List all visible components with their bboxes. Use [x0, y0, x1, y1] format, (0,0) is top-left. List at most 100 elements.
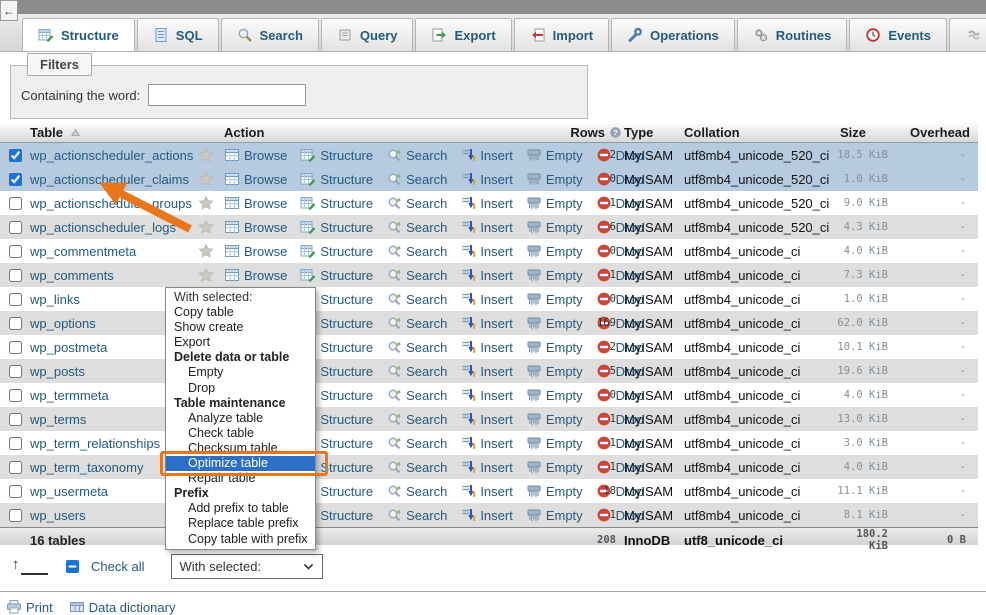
browse-action[interactable]: Browse — [224, 219, 287, 235]
structure-action[interactable]: Structure — [300, 243, 373, 259]
tab-triggers[interactable]: Triggers — [949, 18, 986, 51]
menu-item-analyze-table[interactable]: Analyze table — [166, 411, 315, 426]
structure-action[interactable]: Structure — [300, 171, 373, 187]
structure-action[interactable]: Structure — [300, 195, 373, 211]
column-header-size[interactable]: Size — [834, 125, 900, 140]
print-link[interactable]: Print — [6, 599, 53, 615]
tab-export[interactable]: Export — [415, 18, 511, 51]
row-checkbox[interactable] — [9, 149, 22, 162]
empty-action[interactable]: Empty — [526, 411, 583, 427]
search-action[interactable]: Search — [386, 267, 447, 283]
row-checkbox[interactable] — [9, 437, 22, 450]
table-name-link[interactable]: wp_usermeta — [30, 484, 108, 499]
empty-action[interactable]: Empty — [526, 267, 583, 283]
row-checkbox[interactable] — [9, 317, 22, 330]
check-all[interactable]: Check all — [62, 557, 144, 576]
empty-action[interactable]: Empty — [526, 291, 583, 307]
with-selected-select[interactable]: With selected: — [171, 554, 323, 579]
tab-operations[interactable]: Operations — [611, 18, 735, 51]
search-action[interactable]: Search — [386, 435, 447, 451]
search-action[interactable]: Search — [386, 219, 447, 235]
column-header-collation[interactable]: Collation — [684, 125, 834, 140]
search-action[interactable]: Search — [386, 195, 447, 211]
row-checkbox[interactable] — [9, 293, 22, 306]
insert-action[interactable]: Insert — [460, 147, 513, 163]
empty-action[interactable]: Empty — [526, 171, 583, 187]
menu-item-show-create[interactable]: Show create — [166, 320, 315, 335]
tab-search[interactable]: Search — [221, 18, 319, 51]
insert-action[interactable]: Insert — [460, 291, 513, 307]
search-action[interactable]: Search — [386, 171, 447, 187]
search-action[interactable]: Search — [386, 363, 447, 379]
insert-action[interactable]: Insert — [460, 171, 513, 187]
insert-action[interactable]: Insert — [460, 363, 513, 379]
insert-action[interactable]: Insert — [460, 483, 513, 499]
tab-routines[interactable]: Routines — [737, 18, 848, 51]
row-checkbox[interactable] — [9, 245, 22, 258]
table-name-link[interactable]: wp_actionscheduler_logs — [30, 220, 176, 235]
insert-action[interactable]: Insert — [460, 459, 513, 475]
column-header-type[interactable]: Type — [624, 125, 684, 140]
table-name-link[interactable]: wp_actionscheduler_claims — [30, 172, 189, 187]
menu-item-empty[interactable]: Empty — [166, 365, 315, 380]
table-name-link[interactable]: wp_term_relationships — [30, 436, 160, 451]
empty-action[interactable]: Empty — [526, 219, 583, 235]
row-checkbox[interactable] — [9, 389, 22, 402]
browse-action[interactable]: Browse — [224, 267, 287, 283]
column-header-table[interactable]: Table — [30, 125, 198, 140]
menu-item-add-prefix-to-table[interactable]: Add prefix to table — [166, 501, 315, 516]
menu-item-optimize-table[interactable]: Optimize table — [166, 456, 315, 471]
search-action[interactable]: Search — [386, 339, 447, 355]
insert-action[interactable]: Insert — [460, 267, 513, 283]
menu-item-copy-table-with-prefix[interactable]: Copy table with prefix — [166, 532, 315, 547]
tab-import[interactable]: Import — [514, 18, 609, 51]
data-dictionary-link[interactable]: Data dictionary — [69, 599, 176, 615]
help-icon[interactable]: ? — [609, 126, 622, 139]
tab-structure[interactable]: Structure — [22, 18, 135, 51]
menu-item-repair-table[interactable]: Repair table — [166, 471, 315, 486]
table-name-link[interactable]: wp_terms — [30, 412, 86, 427]
structure-action[interactable]: Structure — [300, 147, 373, 163]
empty-action[interactable]: Empty — [526, 363, 583, 379]
empty-action[interactable]: Empty — [526, 507, 583, 523]
tab-query[interactable]: Query — [321, 18, 414, 51]
insert-action[interactable]: Insert — [460, 507, 513, 523]
check-all-checkbox[interactable] — [66, 560, 79, 573]
tab-sql[interactable]: SQL — [137, 18, 219, 51]
favorite-star-icon[interactable] — [198, 243, 214, 259]
browse-action[interactable]: Browse — [224, 147, 287, 163]
column-header-rows[interactable]: Rows ? — [576, 125, 624, 140]
table-name-link[interactable]: wp_comments — [30, 268, 114, 283]
insert-action[interactable]: Insert — [460, 219, 513, 235]
insert-action[interactable]: Insert — [460, 339, 513, 355]
row-checkbox[interactable] — [9, 365, 22, 378]
browse-action[interactable]: Browse — [224, 195, 287, 211]
favorite-star-icon[interactable] — [198, 171, 214, 187]
table-name-link[interactable]: wp_posts — [30, 364, 85, 379]
containing-word-input[interactable] — [148, 84, 306, 106]
row-checkbox[interactable] — [9, 461, 22, 474]
empty-action[interactable]: Empty — [526, 315, 583, 331]
insert-action[interactable]: Insert — [460, 315, 513, 331]
menu-item-drop[interactable]: Drop — [166, 381, 315, 396]
search-action[interactable]: Search — [386, 147, 447, 163]
empty-action[interactable]: Empty — [526, 387, 583, 403]
search-action[interactable]: Search — [386, 507, 447, 523]
search-action[interactable]: Search — [386, 315, 447, 331]
table-name-link[interactable]: wp_options — [30, 316, 96, 331]
row-checkbox[interactable] — [9, 509, 22, 522]
table-name-link[interactable]: wp_postmeta — [30, 340, 107, 355]
menu-item-replace-table-prefix[interactable]: Replace table prefix — [166, 516, 315, 531]
back-button[interactable]: ← — [0, 0, 18, 21]
table-name-link[interactable]: wp_term_taxonomy — [30, 460, 143, 475]
browse-action[interactable]: Browse — [224, 243, 287, 259]
menu-item-check-table[interactable]: Check table — [166, 426, 315, 441]
search-action[interactable]: Search — [386, 459, 447, 475]
favorite-star-icon[interactable] — [198, 219, 214, 235]
favorite-star-icon[interactable] — [198, 267, 214, 283]
search-action[interactable]: Search — [386, 411, 447, 427]
table-name-link[interactable]: wp_links — [30, 292, 80, 307]
row-checkbox[interactable] — [9, 413, 22, 426]
table-name-link[interactable]: wp_users — [30, 508, 86, 523]
favorite-star-icon[interactable] — [198, 195, 214, 211]
